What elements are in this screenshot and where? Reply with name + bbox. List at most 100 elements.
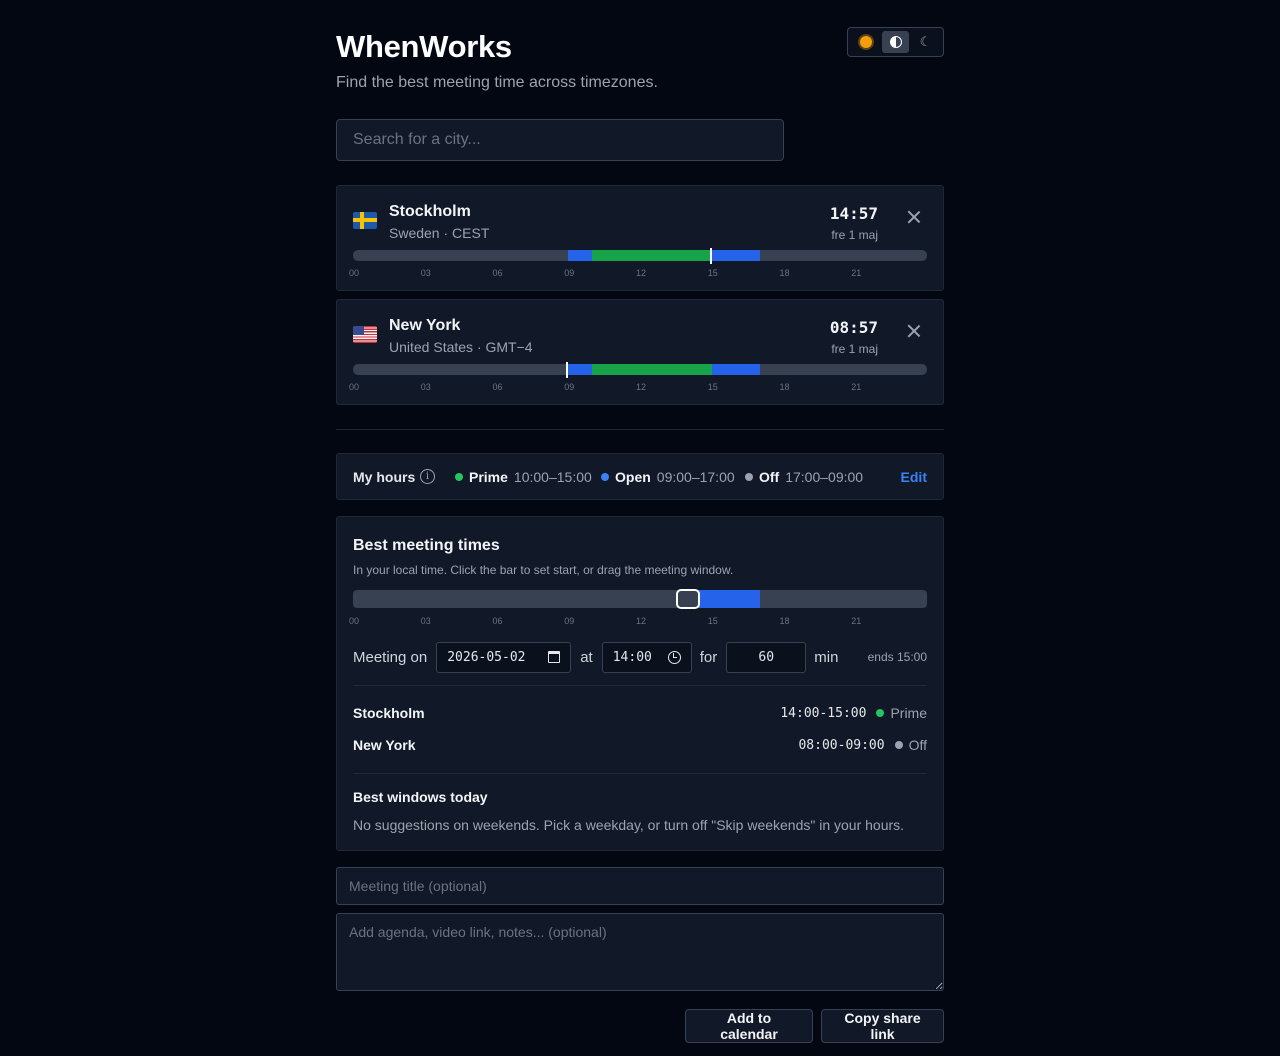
app-title: WhenWorks: [336, 29, 512, 64]
info-icon[interactable]: i: [420, 469, 435, 484]
theme-auto-button[interactable]: [882, 31, 909, 53]
edit-hours-link[interactable]: Edit: [901, 469, 927, 485]
timeline-tick-label: 06: [492, 268, 503, 278]
remove-city-close-icon[interactable]: [907, 324, 921, 338]
add-to-calendar-button[interactable]: Add to calendar: [685, 1009, 813, 1043]
participant-slot: 14:00-15:00 Prime: [780, 705, 927, 721]
timeline-tick-label: 03: [420, 268, 431, 278]
timeline-tick-label: 12: [636, 268, 647, 278]
calendar-icon[interactable]: [548, 651, 561, 663]
city-day-timeline[interactable]: [353, 250, 927, 261]
city-name: New York: [389, 317, 461, 334]
app-subtitle: Find the best meeting time across timezo…: [336, 74, 658, 91]
sun-icon: [859, 36, 872, 48]
meeting-date-input[interactable]: 2026-05-02: [436, 641, 572, 673]
theme-toggle: ☾: [847, 27, 944, 57]
best-times-hint: In your local time. Click the bar to set…: [353, 563, 734, 577]
at-label: at: [580, 648, 593, 666]
city-name: Stockholm: [389, 203, 471, 220]
best-meeting-times-panel: Best meeting times In your local time. C…: [336, 516, 944, 851]
timeline-tick-label: 18: [779, 268, 790, 278]
participant-city: New York: [353, 737, 416, 753]
copy-share-link-button[interactable]: Copy share link: [821, 1009, 944, 1043]
timeline-ticks: 00 03 06 09 12 15 18 21: [349, 268, 927, 280]
contrast-icon: [889, 36, 902, 48]
off-hours-legend: Off 17:00–09:00: [745, 469, 863, 485]
city-search-input[interactable]: [336, 119, 784, 161]
min-label: min: [814, 648, 839, 666]
prime-hours-legend: Prime 10:00–15:00: [455, 469, 592, 485]
duration-value: 60: [758, 649, 775, 665]
off-label: Off: [759, 469, 780, 485]
my-hours-bar: My hours i Prime 10:00–15:00 Open 09:00–…: [336, 453, 944, 500]
meeting-on-label: Meeting on: [353, 648, 428, 666]
open-range: 09:00–17:00: [656, 469, 735, 485]
timeline-tick-label: 00: [349, 382, 360, 392]
panel-separator: [353, 773, 927, 774]
city-day-timeline[interactable]: [353, 364, 927, 375]
current-time-marker: [566, 362, 569, 378]
timeline-ticks: 00 03 06 09 12 15 18 21: [349, 382, 927, 394]
timeline-ticks: 00 03 06 09 12 15 18 21: [349, 616, 927, 628]
timeline-tick-label: 06: [492, 382, 503, 392]
timeline-tick-label: 15: [707, 382, 718, 392]
off-dot-icon: [745, 473, 753, 481]
meeting-date-value: 2026-05-02: [447, 649, 526, 665]
sweden-flag-icon: [353, 212, 377, 229]
timeline-tick-label: 21: [851, 382, 862, 392]
meeting-time-value: 14:00: [612, 649, 652, 665]
section-divider: [336, 429, 944, 430]
timeline-tick-label: 09: [564, 616, 575, 626]
duration-input[interactable]: 60: [726, 641, 807, 673]
best-windows-title: Best windows today: [353, 789, 488, 805]
timeline-tick-label: 18: [779, 616, 790, 626]
city-current-date: fre 1 maj: [831, 342, 878, 356]
meeting-config-row: Meeting on 2026-05-02 at 14:00 for 60 mi…: [353, 641, 927, 673]
meeting-window-bar[interactable]: [353, 590, 927, 608]
prime-dot-icon: [455, 473, 463, 481]
theme-light-button[interactable]: [852, 31, 879, 53]
participant-time-range: 08:00-09:00: [798, 737, 885, 753]
timeline-tick-label: 21: [851, 616, 862, 626]
off-range: 17:00–09:00: [785, 469, 864, 485]
us-flag-icon: [353, 326, 377, 343]
timeline-tick-label: 00: [349, 268, 360, 278]
city-country-tz: Sweden · CEST: [389, 225, 490, 241]
timeline-tick-label: 18: [779, 382, 790, 392]
timeline-tick-label: 15: [707, 268, 718, 278]
meeting-window-drag-handle[interactable]: [675, 589, 700, 609]
participant-time-range: 14:00-15:00: [780, 705, 867, 721]
participant-city: Stockholm: [353, 705, 425, 721]
clock-icon[interactable]: [667, 650, 681, 664]
open-hours-legend: Open 09:00–17:00: [601, 469, 735, 485]
timeline-tick-label: 06: [492, 616, 503, 626]
timeline-tick-label: 03: [420, 382, 431, 392]
prime-dot-icon: [876, 709, 885, 717]
timeline-tick-label: 00: [349, 616, 360, 626]
participant-row: New York 08:00-09:00 Off: [353, 737, 927, 757]
timeline-tick-label: 09: [564, 382, 575, 392]
meeting-time-input[interactable]: 14:00: [601, 641, 692, 673]
theme-dark-button[interactable]: ☾: [912, 31, 939, 53]
remove-city-close-icon[interactable]: [907, 210, 921, 224]
prime-hours-segment: [592, 250, 712, 261]
timeline-tick-label: 03: [420, 616, 431, 626]
city-current-time: 14:57: [829, 204, 878, 223]
timeline-tick-label: 12: [636, 616, 647, 626]
prime-label: Prime: [469, 469, 508, 485]
city-country-tz: United States · GMT−4: [389, 339, 533, 355]
best-windows-message: No suggestions on weekends. Pick a weekd…: [353, 817, 905, 833]
timeline-tick-label: 15: [707, 616, 718, 626]
meeting-notes-textarea[interactable]: [336, 913, 944, 991]
panel-separator: [353, 685, 927, 686]
city-current-time: 08:57: [829, 318, 878, 337]
prime-range: 10:00–15:00: [513, 469, 592, 485]
my-hours-label: My hours: [353, 469, 416, 485]
participant-status: Off: [908, 737, 927, 753]
city-card-stockholm: Stockholm Sweden · CEST 14:57 fre 1 maj …: [336, 185, 944, 291]
timeline-tick-label: 12: [636, 382, 647, 392]
moon-icon: ☾: [919, 34, 932, 49]
prime-hours-segment: [592, 364, 712, 375]
meeting-title-input[interactable]: [336, 867, 944, 905]
participant-status: Prime: [890, 705, 927, 721]
